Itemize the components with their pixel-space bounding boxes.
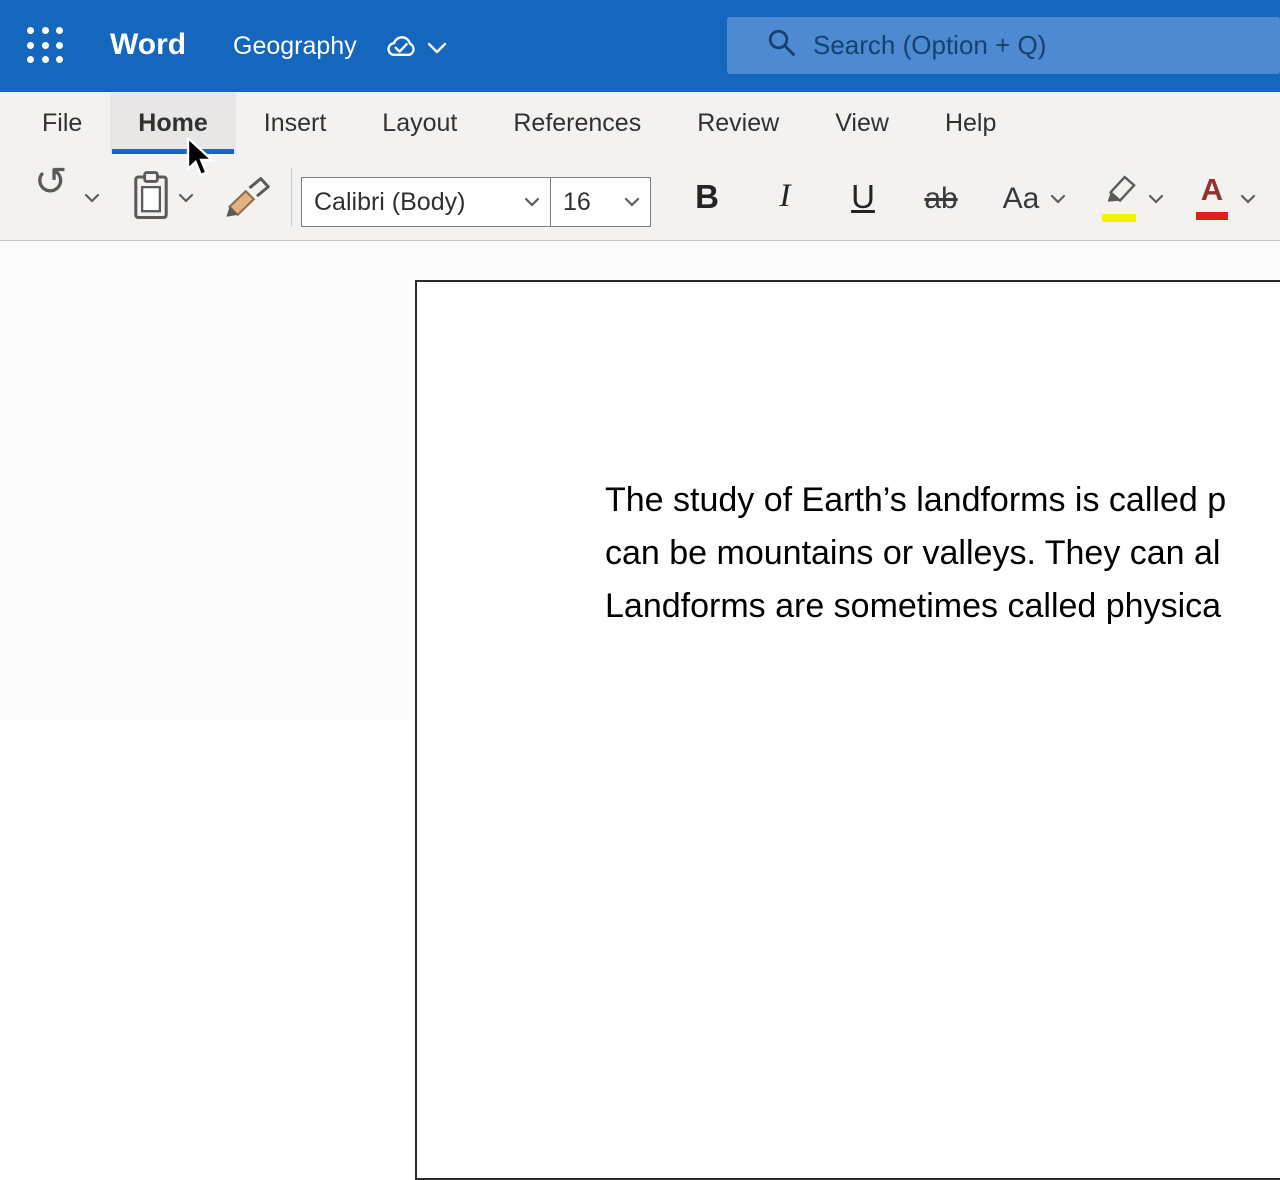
tab-view[interactable]: View [807, 92, 917, 154]
highlight-button[interactable] [1100, 172, 1142, 224]
paste-button[interactable] [132, 170, 170, 227]
document-canvas: The study of Earth’s landforms is called… [0, 241, 1280, 720]
document-page[interactable]: The study of Earth’s landforms is called… [415, 280, 1280, 1180]
font-color-letter: A [1194, 174, 1230, 205]
font-name-chevron-icon [524, 197, 540, 207]
font-name-combobox[interactable]: Calibri (Body) [301, 177, 551, 227]
search-icon [767, 28, 797, 63]
tab-home[interactable]: Home [110, 92, 235, 154]
change-case-chevron-icon[interactable] [1050, 191, 1066, 209]
cloud-saved-icon[interactable] [383, 33, 419, 64]
italic-button[interactable]: I [764, 178, 806, 215]
underline-button[interactable]: U [842, 178, 884, 216]
tab-insert[interactable]: Insert [236, 92, 355, 154]
document-line: can be mountains or valleys. They can al [605, 527, 1226, 580]
document-title-chevron-icon[interactable] [427, 41, 447, 59]
document-line: Landforms are sometimes called physica [605, 580, 1226, 633]
ribbon-divider [291, 168, 292, 226]
app-header: Word Geography Search (Option + Q) [0, 0, 1280, 92]
font-size-value: 16 [563, 188, 591, 217]
search-placeholder: Search (Option + Q) [813, 30, 1046, 61]
ribbon-commands: ↺ Calibri (Body) 16 B I U ab Aa [0, 154, 1280, 241]
tab-layout[interactable]: Layout [354, 92, 485, 154]
undo-button[interactable]: ↺ [34, 162, 68, 202]
document-text[interactable]: The study of Earth’s landforms is called… [605, 474, 1226, 633]
font-size-combobox[interactable]: 16 [550, 177, 651, 227]
highlighter-icon [1100, 172, 1140, 208]
font-color-chevron-icon[interactable] [1240, 191, 1256, 209]
strikethrough-button[interactable]: ab [916, 182, 966, 216]
highlight-chevron-icon[interactable] [1148, 191, 1164, 209]
ribbon-tab-bar: File Home Insert Layout References Revie… [0, 92, 1280, 154]
app-title[interactable]: Word [110, 28, 186, 62]
search-input[interactable]: Search (Option + Q) [727, 17, 1280, 74]
undo-chevron-icon[interactable] [84, 190, 100, 208]
app-launcher-icon[interactable] [27, 27, 65, 65]
paste-chevron-icon[interactable] [178, 190, 194, 208]
change-case-button[interactable]: Aa [996, 182, 1046, 216]
tab-references[interactable]: References [485, 92, 669, 154]
font-size-chevron-icon [624, 197, 640, 207]
document-line: The study of Earth’s landforms is called… [605, 474, 1226, 527]
font-color-button[interactable]: A [1194, 174, 1230, 226]
highlight-color-swatch [1102, 214, 1136, 222]
document-title[interactable]: Geography [233, 32, 357, 61]
tab-review[interactable]: Review [669, 92, 807, 154]
tab-file[interactable]: File [14, 92, 110, 154]
format-painter-icon[interactable] [222, 176, 272, 225]
font-color-swatch [1196, 212, 1228, 220]
bold-button[interactable]: B [686, 178, 728, 216]
tab-help[interactable]: Help [917, 92, 1024, 154]
font-name-value: Calibri (Body) [314, 188, 465, 217]
